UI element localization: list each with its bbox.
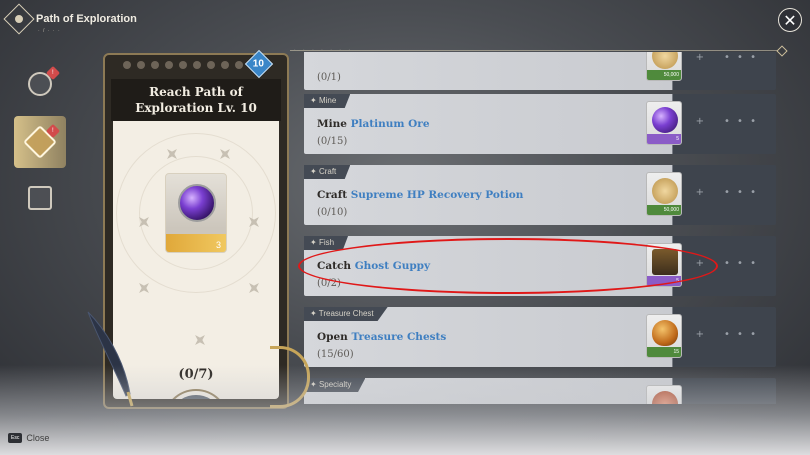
exploration-logo-icon — [3, 3, 35, 35]
goal-title-block: Reach Path of Exploration Lv. 10 — [111, 79, 281, 121]
plus-icon: + — [695, 187, 704, 198]
quest-title: Craft Supreme HP Recovery Potion — [317, 189, 524, 201]
quest-reward[interactable] — [646, 385, 682, 404]
purple-gem-icon — [178, 184, 216, 222]
page-subtitle: · / · · · — [38, 28, 61, 34]
more-dots-icon[interactable]: • • • — [724, 258, 758, 269]
plus-icon: + — [695, 52, 704, 63]
reward-item[interactable]: 3 — [165, 173, 227, 253]
esc-close-hint[interactable]: Esc Close — [8, 433, 49, 443]
quest-row[interactable]: ✦ Mine Mine Platinum Ore (0/15) 5 + • • … — [304, 94, 776, 154]
close-label: Close — [26, 433, 50, 443]
reward-count: 50,000 — [647, 70, 681, 80]
meat-icon — [652, 391, 678, 404]
app-header: Path of Exploration · / · · · — [3, 3, 137, 35]
more-dots-icon[interactable]: • • • — [724, 116, 758, 127]
quest-reward[interactable]: 50,000 — [646, 52, 682, 81]
purple-gem-icon — [652, 107, 678, 133]
nav-tab-map[interactable]: ! — [14, 58, 66, 110]
quest-list: (0/1) 50,000 + • • • ✦ Mine Mine Platinu… — [304, 52, 776, 404]
esc-key-icon: Esc — [8, 433, 23, 443]
quest-reward[interactable]: 50,000 — [646, 172, 682, 216]
quest-category: ✦ Treasure Chest — [304, 307, 388, 321]
camp-icon — [28, 186, 52, 210]
quest-row[interactable]: ✦ Specialty — [304, 378, 776, 404]
nav-tab-camp[interactable] — [14, 172, 66, 224]
quest-title: Mine Platinum Ore — [317, 118, 430, 130]
more-dots-icon[interactable]: • • • — [724, 329, 758, 340]
quill-icon — [87, 311, 134, 407]
quest-category: ✦ Mine — [304, 94, 351, 108]
quest-category: ✦ Specialty — [304, 378, 366, 392]
coin-icon — [652, 52, 678, 69]
quest-progress: (15/60) — [317, 349, 354, 360]
stage-pips — [123, 61, 257, 69]
close-button[interactable]: ✕ — [778, 8, 802, 32]
divider — [290, 50, 782, 51]
more-dots-icon[interactable]: • • • — [724, 187, 758, 198]
more-dots-icon[interactable]: • • • — [724, 52, 758, 63]
star-icon — [134, 278, 154, 298]
reward-count: 15 — [647, 347, 681, 357]
goal-title: Reach Path of Exploration Lv. 10 — [135, 85, 257, 115]
quest-progress: (0/15) — [317, 136, 348, 147]
page-title: Path of Exploration — [36, 13, 137, 25]
more-button[interactable]: ··· — [165, 391, 227, 399]
annotation-highlight-ring — [298, 238, 718, 294]
quest-row[interactable]: (0/1) 50,000 + • • • — [304, 52, 776, 90]
coin-icon — [652, 178, 678, 204]
quest-reward[interactable]: 5 — [646, 101, 682, 145]
quest-reward[interactable]: 15 — [646, 314, 682, 358]
quest-row[interactable]: ✦ Craft Craft Supreme HP Recovery Potion… — [304, 165, 776, 225]
quest-progress: (0/10) — [317, 207, 348, 218]
plus-icon: + — [695, 329, 704, 340]
quest-title: Open Treasure Chests — [317, 331, 447, 343]
plus-icon: + — [695, 116, 704, 127]
quest-category: ✦ Craft — [304, 165, 351, 179]
quest-progress: (0/1) — [317, 72, 341, 83]
nav-tab-path-of-exploration[interactable]: ! — [14, 116, 66, 168]
close-icon: ✕ — [783, 10, 797, 30]
quest-row[interactable]: ✦ Treasure Chest Open Treasure Chests (1… — [304, 307, 776, 367]
reward-count: 3 — [215, 240, 221, 250]
star-icon — [244, 278, 264, 298]
level-badge: 10 — [244, 49, 274, 79]
reward-count: 5 — [647, 134, 681, 144]
reward-count: 50,000 — [647, 205, 681, 215]
star-icon — [190, 330, 210, 350]
amber-drop-icon — [652, 320, 678, 346]
